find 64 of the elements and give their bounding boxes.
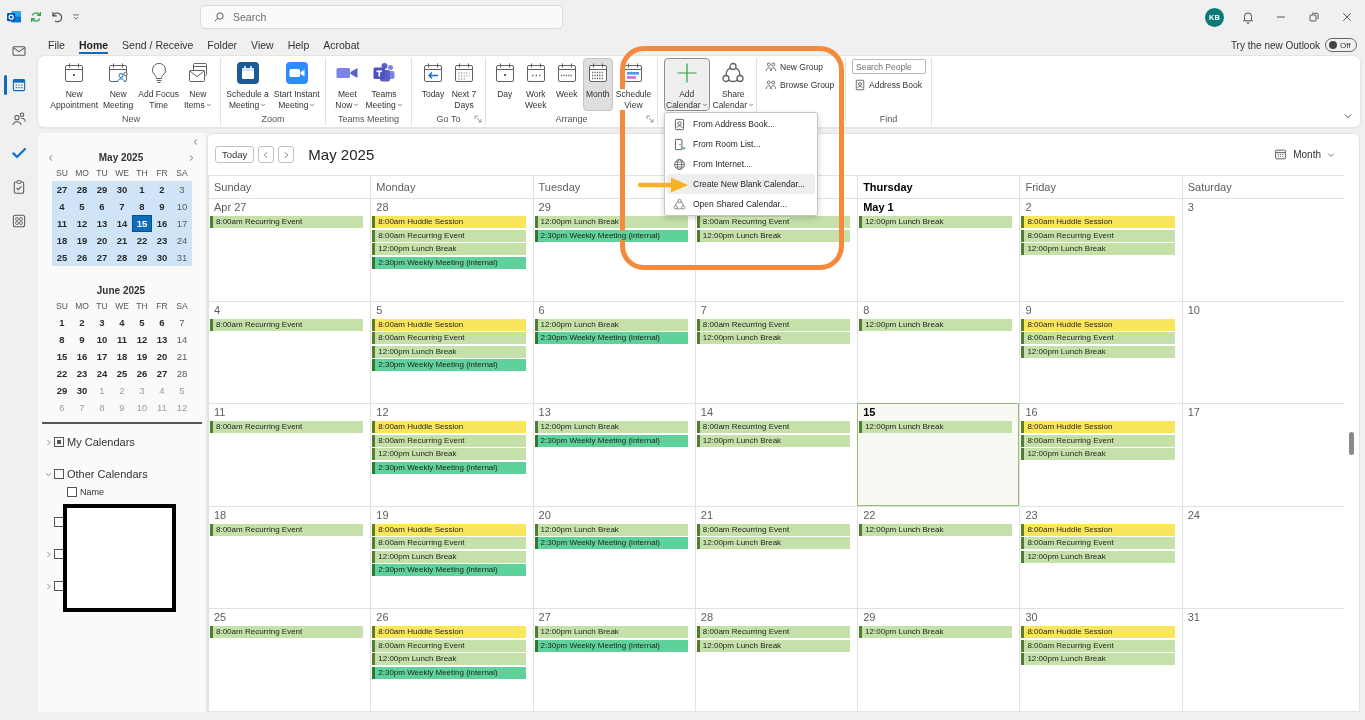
weekday-label: TU — [95, 300, 109, 313]
date-label: 6 — [537, 302, 545, 318]
weekday-label: FR — [155, 300, 169, 313]
date-label: 31 — [1186, 610, 1200, 626]
date-label: 25 — [213, 610, 227, 626]
weekday-label: SA — [175, 300, 189, 313]
weekday-label: SA — [175, 167, 189, 180]
date-label: 4 — [213, 302, 221, 318]
weekday-label: SU — [55, 167, 69, 180]
weekday-label: FR — [155, 167, 169, 180]
date-label: 21 — [699, 507, 714, 523]
weekday-label: TH — [135, 300, 149, 313]
date-label: 14 — [699, 405, 714, 421]
date-label: 7 — [699, 302, 707, 318]
weekday-header: Thursday — [863, 181, 913, 193]
weekday-label: WE — [114, 300, 130, 313]
weekday-header: Monday — [376, 181, 416, 193]
group-label: Zoom — [261, 114, 285, 124]
date-label: 23 — [1024, 507, 1038, 523]
date-label: 10 — [1186, 302, 1200, 318]
date-label: 13 — [537, 405, 551, 421]
group-label: Go To — [436, 114, 461, 124]
date-label: 20 — [537, 507, 551, 523]
month-title: June 2025 — [96, 285, 146, 296]
date-label: May 1 — [862, 200, 894, 215]
date-label: 9 — [1024, 302, 1032, 318]
date-label: 2 — [1024, 200, 1032, 215]
date-label: 22 — [862, 507, 876, 523]
weekday-header: Friday — [1025, 181, 1056, 193]
weekday-label: MO — [74, 167, 90, 180]
date-label: 8 — [862, 302, 870, 318]
weekday-label: WE — [114, 167, 130, 180]
weekday-label: MO — [74, 300, 90, 313]
date-label: 26 — [375, 610, 389, 626]
date-label: 3 — [1186, 200, 1194, 215]
group-label: Arrange — [555, 114, 588, 124]
date-label: 18 — [213, 507, 227, 523]
weekday-label: TU — [95, 167, 109, 180]
group-label: Teams Meeting — [338, 114, 399, 124]
date-label: 12 — [375, 405, 389, 421]
date-label: 17 — [1186, 405, 1200, 421]
group-label: Find — [879, 114, 898, 124]
date-label: 11 — [213, 405, 226, 421]
weekday-header: Tuesday — [538, 181, 581, 193]
date-label: 29 — [862, 610, 876, 626]
month-title: May 2025 — [98, 152, 144, 163]
weekday-label: TH — [135, 167, 149, 180]
date-label: 19 — [375, 507, 389, 523]
date-label: 29 — [537, 200, 551, 215]
date-label: 5 — [375, 302, 383, 318]
date-label: 15 — [862, 405, 876, 421]
weekday-header: Sunday — [214, 181, 252, 193]
date-label: 24 — [1186, 507, 1200, 523]
calendar-title: May 2025 — [308, 146, 375, 163]
date-label: Apr 27 — [213, 200, 247, 215]
group-label: New — [122, 114, 140, 124]
date-label: 16 — [1024, 405, 1038, 421]
weekday-label: SU — [55, 300, 69, 313]
date-label: 28 — [375, 200, 389, 215]
date-label: 27 — [537, 610, 551, 626]
weekday-header: Saturday — [1187, 181, 1232, 193]
date-label: 28 — [699, 610, 714, 626]
date-label: 30 — [1024, 610, 1038, 626]
try-new-outlook-label: Try the new Outlook — [1230, 39, 1320, 51]
